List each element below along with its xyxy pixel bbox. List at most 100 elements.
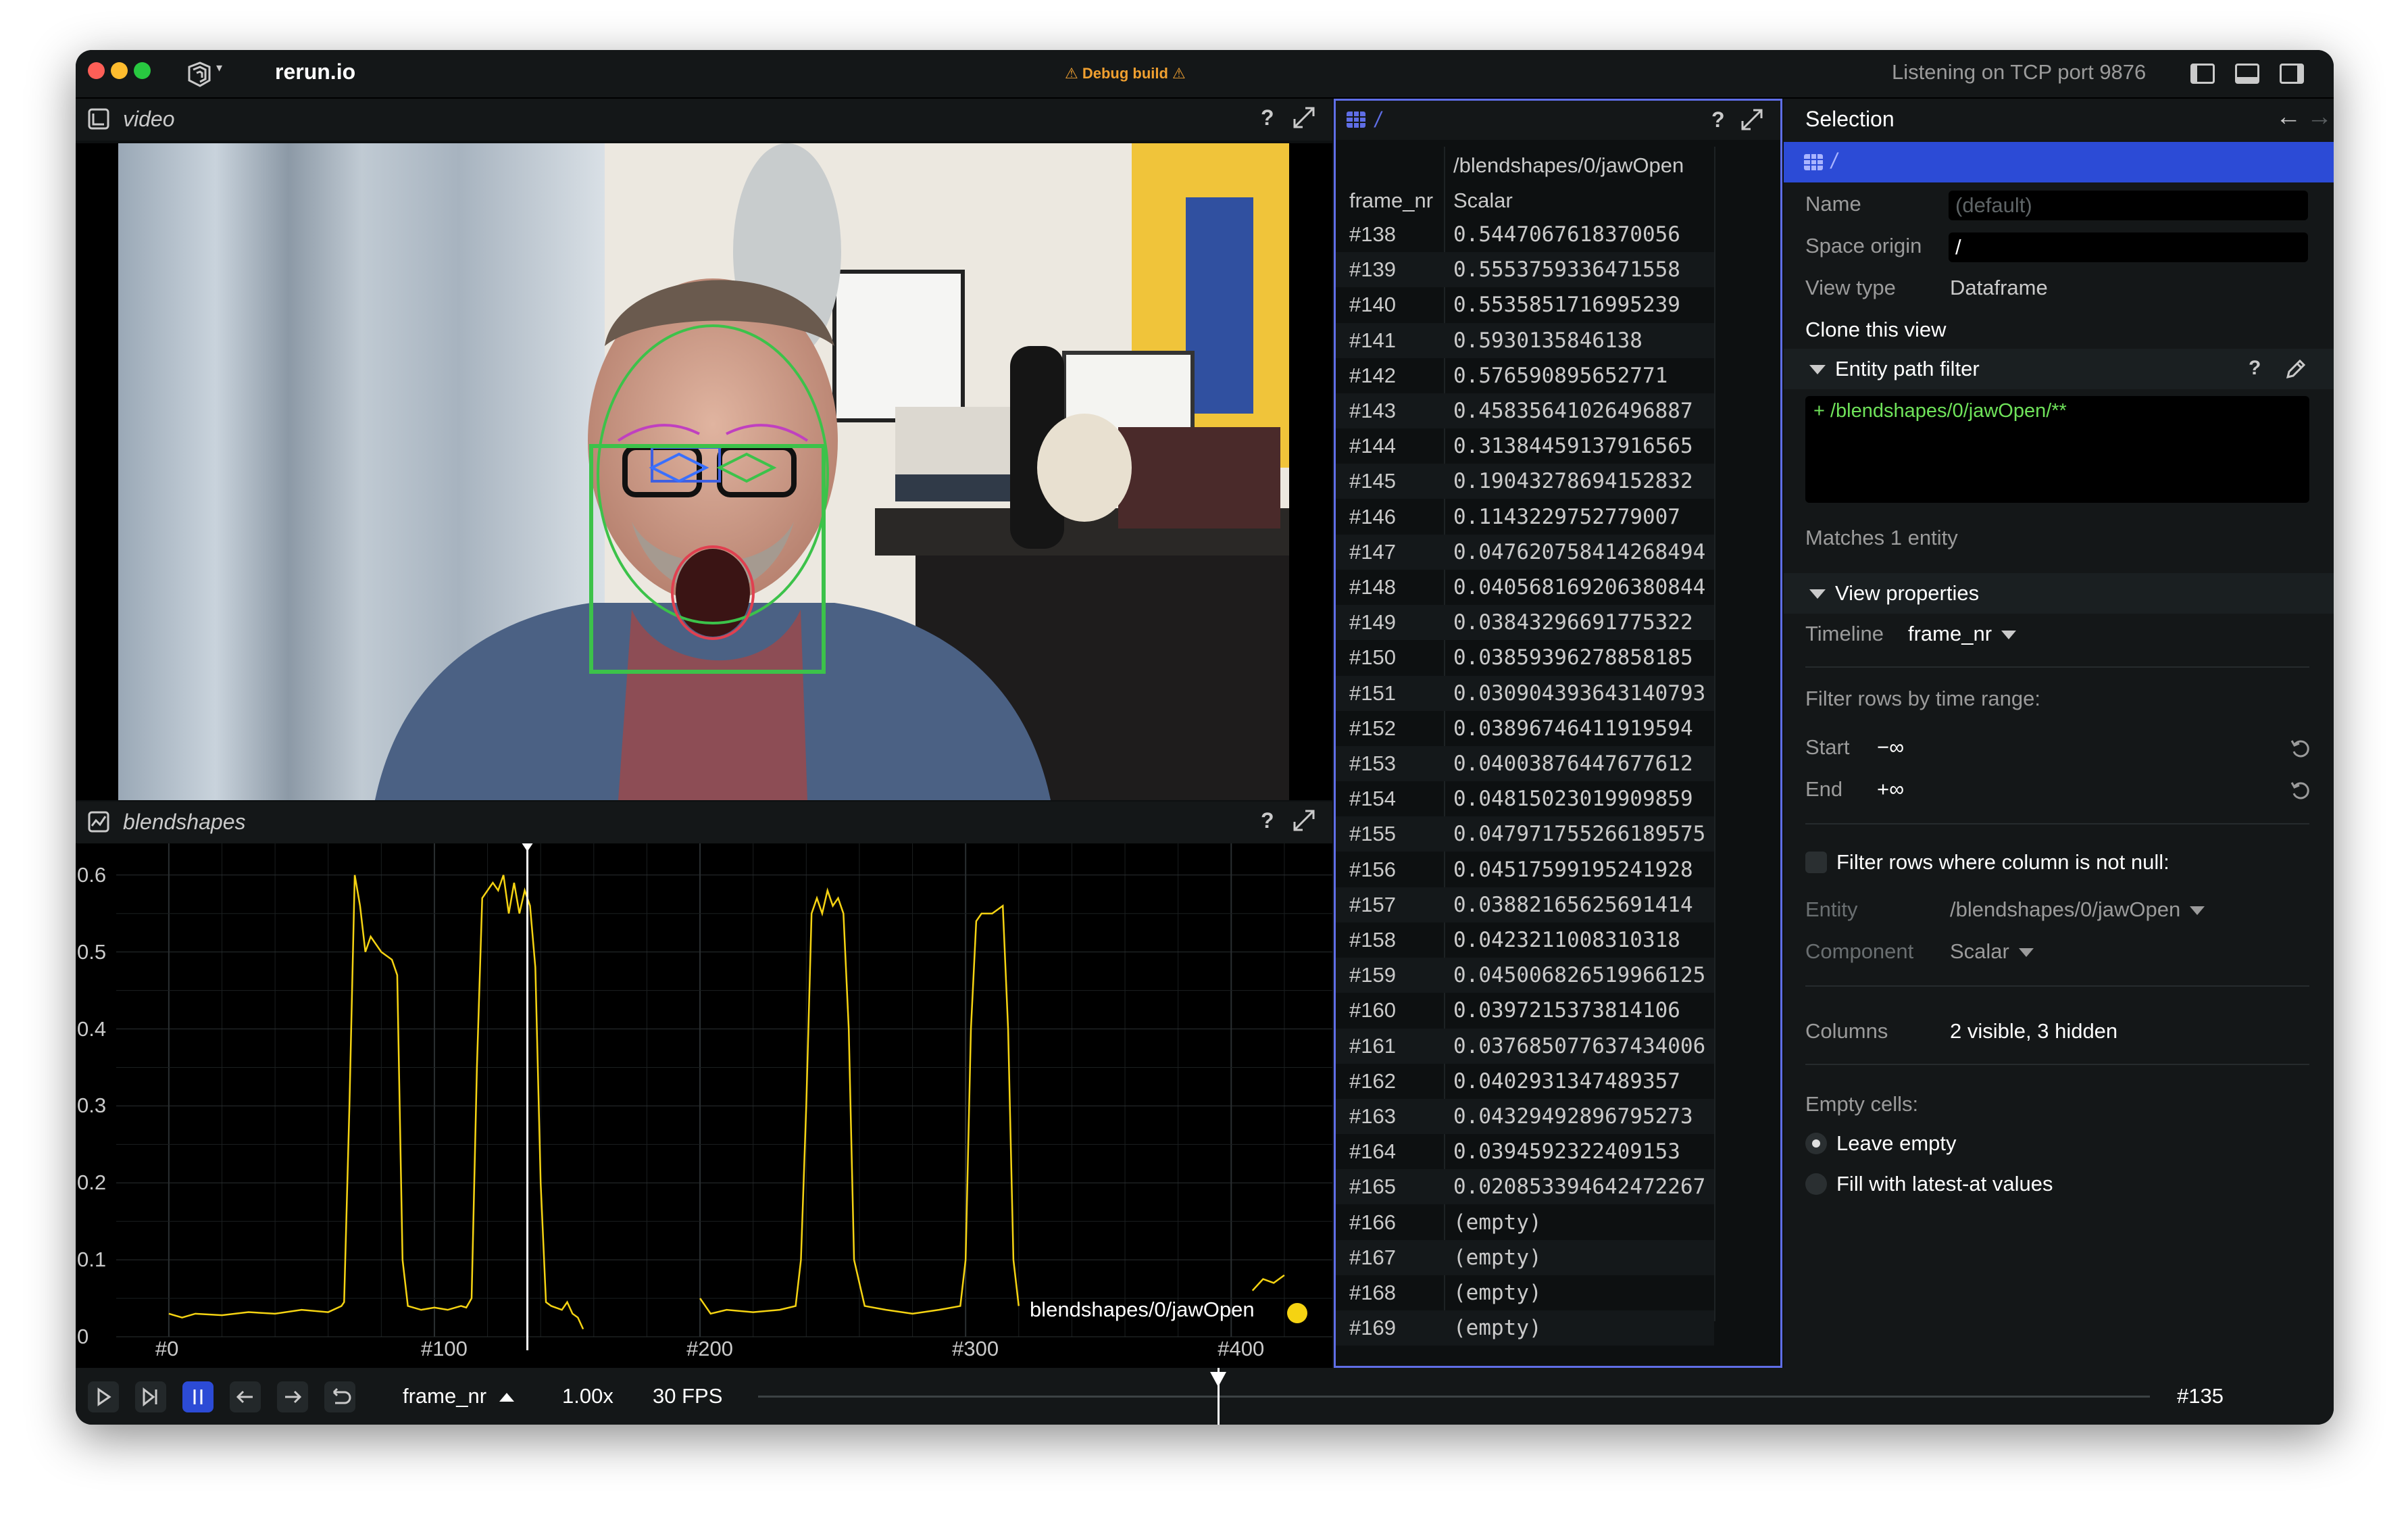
table-row[interactable]: #154 0.04815023019909859	[1336, 781, 1714, 816]
table-row[interactable]: #138 0.5447067618370056	[1336, 217, 1714, 252]
collapse-triangle-icon[interactable]	[1809, 589, 1826, 599]
back-arrow-icon[interactable]: ←	[2276, 103, 2301, 132]
cell-frame-nr: #165	[1349, 1175, 1396, 1199]
playhead-triangle-icon[interactable]	[1209, 1372, 1226, 1387]
playback-speed[interactable]: 1.00x	[562, 1384, 613, 1408]
clone-view-button[interactable]: Clone this view	[1805, 318, 1946, 342]
component-select[interactable]: Scalar	[1950, 939, 2034, 964]
video-view[interactable]	[76, 143, 1332, 800]
table-row[interactable]: #144 0.31384459137916565	[1336, 428, 1714, 464]
maximize-icon[interactable]	[1292, 105, 1316, 130]
table-row[interactable]: #147 0.047620758414268494	[1336, 534, 1714, 570]
column-header-frame-nr[interactable]: frame_nr	[1349, 189, 1433, 213]
leave-empty-radio[interactable]	[1805, 1133, 1827, 1154]
table-row[interactable]: #165 0.020853394642472267	[1336, 1169, 1714, 1205]
plot-help-icon[interactable]: ?	[1261, 808, 1274, 833]
start-value[interactable]: −∞	[1877, 735, 1904, 760]
entity-select[interactable]: /blendshapes/0/jawOpen	[1950, 897, 2205, 922]
cell-scalar: 0.0423211008310318	[1453, 928, 1680, 952]
step-forward-button[interactable]	[135, 1381, 166, 1412]
time-cursor-handle[interactable]	[522, 843, 533, 852]
table-row[interactable]: #160 0.0397215373814106	[1336, 993, 1714, 1028]
legend-color-swatch[interactable]	[1287, 1303, 1307, 1323]
dataframe-view[interactable]: / ? /blendshapes/0/jawOpen frame_nr Scal…	[1334, 99, 1782, 1368]
end-value[interactable]: +∞	[1877, 777, 1904, 802]
playback-fps[interactable]: 30 FPS	[653, 1384, 722, 1408]
table-row[interactable]: #140 0.5535851716995239	[1336, 287, 1714, 322]
table-row[interactable]: #169 (empty)	[1336, 1310, 1714, 1346]
table-row[interactable]: #143 0.45835641026496887	[1336, 393, 1714, 428]
app-menu-caret-icon[interactable]: ▾	[216, 61, 222, 75]
reset-icon[interactable]	[2289, 779, 2312, 802]
table-row[interactable]: #158 0.0423211008310318	[1336, 922, 1714, 958]
table-row[interactable]: #142 0.576590895652771	[1336, 358, 1714, 393]
table-view-icon	[1804, 154, 1823, 170]
rerun-logo-icon[interactable]	[185, 60, 214, 89]
table-row[interactable]: #149 0.03843296691775322	[1336, 605, 1714, 641]
toggle-bottom-panel-icon[interactable]	[2235, 64, 2259, 84]
table-row[interactable]: #167 (empty)	[1336, 1239, 1714, 1275]
dataframe-help-icon[interactable]: ?	[1711, 107, 1725, 132]
reset-icon[interactable]	[2289, 737, 2312, 760]
table-row[interactable]: #168 (empty)	[1336, 1275, 1714, 1310]
table-row[interactable]: #156 0.04517599195241928	[1336, 852, 1714, 887]
column-header-scalar[interactable]: Scalar	[1453, 189, 1513, 213]
step-next-button[interactable]	[277, 1381, 308, 1412]
table-row[interactable]: #161 0.037685077637434006	[1336, 1028, 1714, 1064]
entity-path-filter-header[interactable]: Entity path filter ?	[1784, 349, 2334, 389]
table-row[interactable]: #157 0.03882165625691414	[1336, 887, 1714, 922]
fill-latest-label[interactable]: Fill with latest-at values	[1836, 1172, 2053, 1196]
table-row[interactable]: #139 0.5553759336471558	[1336, 252, 1714, 288]
table-row[interactable]: #163 0.04329492896795273	[1336, 1099, 1714, 1134]
table-row[interactable]: #141 0.5930135846138	[1336, 322, 1714, 358]
entity-filter-help-icon[interactable]: ?	[2249, 357, 2261, 380]
leave-empty-label[interactable]: Leave empty	[1836, 1131, 1957, 1156]
selected-item-bar[interactable]: /	[1784, 142, 2334, 182]
not-null-label[interactable]: Filter rows where column is not null:	[1836, 850, 2169, 875]
legend-label[interactable]: blendshapes/0/jawOpen	[1030, 1298, 1255, 1322]
timeline-selector[interactable]: frame_nr	[403, 1384, 514, 1408]
video-help-icon[interactable]: ?	[1261, 105, 1274, 130]
toggle-left-panel-icon[interactable]	[2190, 64, 2215, 84]
collapse-triangle-icon[interactable]	[1809, 365, 1826, 374]
time-scrubber-playhead[interactable]	[1209, 1368, 1226, 1425]
maximize-icon[interactable]	[1292, 808, 1316, 833]
table-row[interactable]: #155 0.047971755266189575	[1336, 816, 1714, 852]
name-input[interactable]: (default)	[1949, 191, 2308, 220]
time-series-plot[interactable]: 0 0.1 0.2 0.3 0.4 0.5 0.6 #0 #100 #200 #300 #400 b…	[76, 843, 1332, 1368]
view-properties-header[interactable]: View properties	[1784, 573, 2334, 614]
table-row[interactable]: #152 0.03896746411919594	[1336, 711, 1714, 746]
table-row[interactable]: #148 0.040568169206380844	[1336, 570, 1714, 605]
time-scrubber-track[interactable]	[758, 1396, 2150, 1398]
table-row[interactable]: #150 0.03859396278858185	[1336, 640, 1714, 675]
timeline-select[interactable]: frame_nr	[1908, 622, 2017, 646]
column-entity-path[interactable]: /blendshapes/0/jawOpen	[1453, 153, 1684, 178]
table-row[interactable]: #145 0.19043278694152832	[1336, 464, 1714, 499]
table-row[interactable]: #151 0.030904393643140793	[1336, 675, 1714, 711]
space-origin-label: Space origin	[1805, 234, 1922, 257]
table-row[interactable]: #146 0.1143229752779007	[1336, 499, 1714, 535]
table-row[interactable]: #166 (empty)	[1336, 1205, 1714, 1240]
table-row[interactable]: #162 0.0402931347489357	[1336, 1064, 1714, 1099]
space-origin-input[interactable]: /	[1949, 232, 2308, 262]
table-row[interactable]: #164 0.0394592322409153	[1336, 1134, 1714, 1169]
maximize-icon[interactable]	[1740, 107, 1764, 132]
column-divider[interactable]	[1714, 147, 1715, 1321]
edit-pencil-icon[interactable]	[2284, 358, 2307, 381]
pause-button[interactable]	[182, 1381, 214, 1412]
dataframe-breadcrumb[interactable]: /	[1375, 107, 1381, 132]
loop-button[interactable]	[324, 1381, 355, 1412]
not-null-checkbox[interactable]	[1805, 852, 1827, 873]
play-button[interactable]	[88, 1381, 119, 1412]
columns-value[interactable]: 2 visible, 3 hidden	[1950, 1019, 2117, 1043]
zoom-window-button[interactable]	[134, 62, 151, 79]
forward-arrow-icon[interactable]: →	[2307, 103, 2332, 132]
toggle-right-panel-icon[interactable]	[2280, 64, 2304, 84]
table-row[interactable]: #153 0.04003876447677612	[1336, 746, 1714, 781]
entity-filter-editor[interactable]: + /blendshapes/0/jawOpen/**	[1805, 396, 2309, 503]
table-row[interactable]: #159 0.045006826519966125	[1336, 958, 1714, 993]
step-back-button[interactable]	[230, 1381, 261, 1412]
fill-latest-radio[interactable]	[1805, 1173, 1827, 1195]
minimize-window-button[interactable]	[111, 62, 128, 79]
close-window-button[interactable]	[88, 62, 105, 79]
